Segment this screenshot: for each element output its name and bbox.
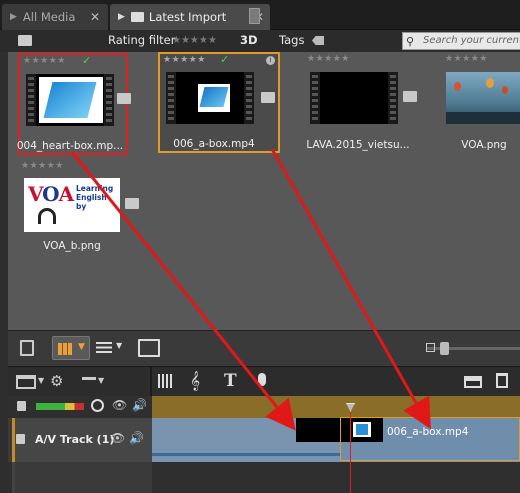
annotation-arrows — [70, 148, 431, 431]
arrow-drag-heart-box — [70, 151, 296, 431]
arrow-drag-a-box — [270, 148, 431, 430]
